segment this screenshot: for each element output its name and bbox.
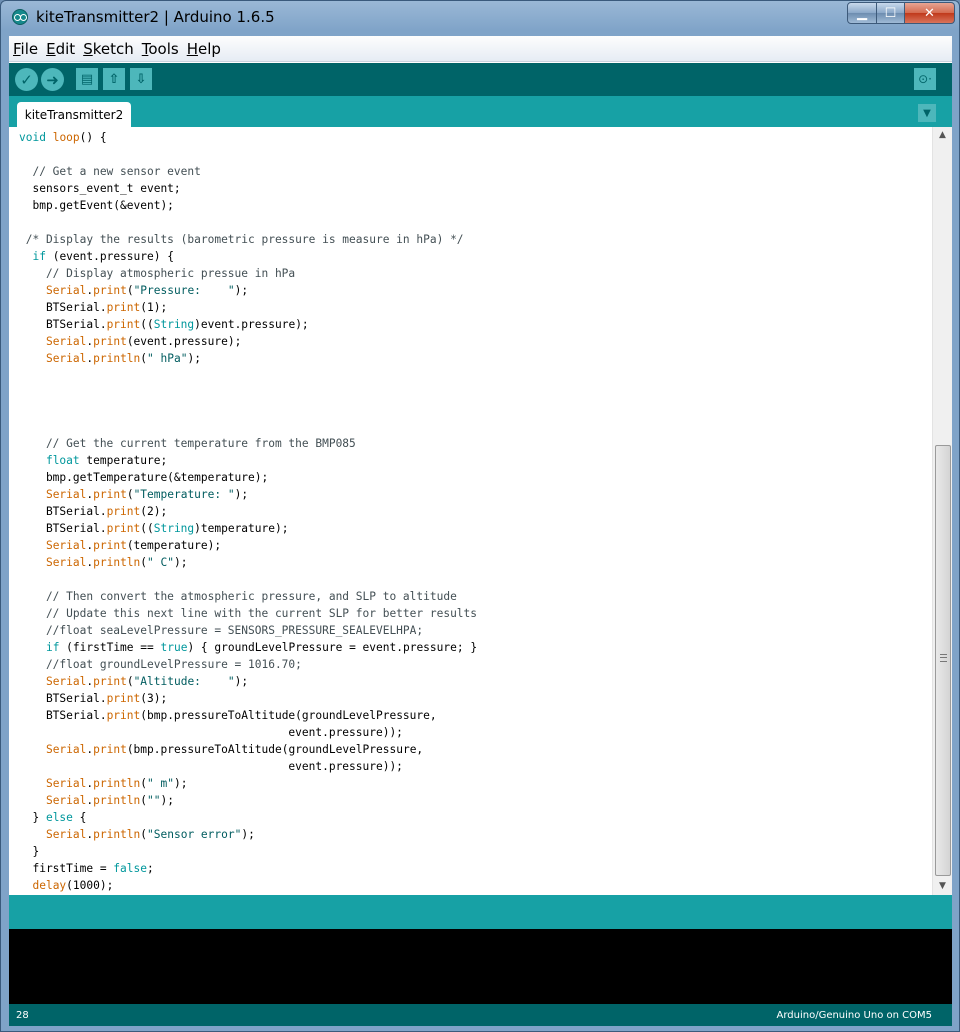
code-line: Serial.println("Sensor error"); (45, 828, 255, 841)
code-line: BTSerial.print(1); (19, 301, 168, 314)
code-line: Serial.print("Altitude: "); (45, 675, 249, 688)
menu-tools[interactable]: Tools (142, 40, 179, 58)
code-line: // Display atmospheric pressue in hPa (19, 267, 296, 280)
code-line: event.pressure)); (19, 726, 403, 739)
vertical-scrollbar[interactable]: ▲ ▼ (932, 127, 952, 895)
code-line: //float groundLevelPressure = 1016.70; (19, 658, 302, 671)
verify-button[interactable]: ✓ (15, 68, 38, 91)
serial-monitor-button[interactable]: ⊙· (914, 68, 936, 90)
menu-help[interactable]: Help (187, 40, 221, 58)
new-file-icon: ▤ (80, 71, 94, 87)
code-line: Serial.print(temperature); (45, 539, 222, 552)
arduino-logo-icon (12, 9, 28, 25)
maximize-button[interactable]: ☐ (877, 2, 905, 24)
maximize-icon: ☐ (884, 5, 897, 21)
window-title: kiteTransmitter2 | Arduino 1.6.5 (36, 8, 275, 26)
code-line: BTSerial.print((String)temperature); (19, 522, 289, 535)
code-line: bmp.getEvent(&event); (19, 199, 174, 212)
code-line: Serial.print("Pressure: "); (45, 284, 249, 297)
tab-bar: kiteTransmitter2 ▼ (9, 96, 952, 127)
window-controls: ▁ ☐ ✕ (847, 2, 955, 24)
code-line: float temperature; (45, 454, 168, 467)
scroll-down-arrow-icon[interactable]: ▼ (933, 878, 952, 895)
scroll-up-arrow-icon[interactable]: ▲ (933, 127, 952, 144)
title-bar[interactable]: kiteTransmitter2 | Arduino 1.6.5 ▁ ☐ ✕ (1, 1, 959, 35)
check-icon: ✓ (20, 70, 33, 89)
code-line: if (event.pressure) { (32, 250, 174, 263)
code-line: Serial.println(" C"); (45, 556, 188, 569)
close-button[interactable]: ✕ (905, 2, 955, 24)
tab-menu-button[interactable]: ▼ (918, 104, 936, 122)
code-line: BTSerial.print(bmp.pressureToAltitude(gr… (19, 709, 437, 722)
menu-edit[interactable]: Edit (46, 40, 75, 58)
code-line: void loop() { (19, 131, 107, 144)
code-line: firstTime = false; (19, 862, 154, 875)
code-line: Serial.print(bmp.pressureToAltitude(grou… (45, 743, 424, 756)
code-line: Serial.println(" m"); (45, 777, 188, 790)
arrow-right-icon: ➜ (46, 70, 59, 89)
code-line: Serial.println(" hPa"); (45, 352, 201, 365)
code-line: delay(1000); (32, 879, 114, 892)
code-line: sensors_event_t event; (19, 182, 181, 195)
open-icon: ⇧ (108, 71, 120, 87)
toolbar: ✓ ➜ ▤ ⇧ ⇩ ⊙· (9, 63, 952, 96)
code-line: BTSerial.print((String)event.pressure); (19, 318, 309, 331)
triangle-down-icon: ▼ (923, 107, 931, 119)
code-line: /* Display the results (barometric press… (19, 233, 464, 246)
code-line: Serial.print(event.pressure); (45, 335, 242, 348)
close-icon: ✕ (924, 5, 935, 21)
upload-button[interactable]: ➜ (41, 68, 64, 91)
grip-icon (940, 654, 947, 662)
code-line: // Get the current temperature from the … (19, 437, 356, 450)
scrollbar-thumb[interactable] (935, 445, 951, 876)
save-icon: ⇩ (135, 71, 147, 87)
minimize-button[interactable]: ▁ (847, 2, 877, 24)
menu-sketch[interactable]: Sketch (83, 40, 134, 58)
save-button[interactable]: ⇩ (130, 68, 152, 90)
client-area: File Edit Sketch Tools Help ✓ ➜ ▤ ⇧ ⇩ ⊙·… (9, 36, 952, 1026)
code-line: Serial.println(""); (45, 794, 174, 807)
minimize-icon: ▁ (857, 5, 867, 21)
message-area (9, 895, 952, 929)
console-output[interactable] (9, 929, 952, 1004)
status-bar: 28 Arduino/Genuino Uno on COM5 (9, 1004, 952, 1026)
code-line: } (19, 845, 40, 858)
code-line: } else { (19, 811, 87, 824)
code-line: BTSerial.print(2); (19, 505, 168, 518)
board-port-label: Arduino/Genuino Uno on COM5 (776, 1010, 933, 1021)
code-line: event.pressure)); (19, 760, 403, 773)
code-line: // Update this next line with the curren… (19, 607, 478, 620)
code-editor[interactable]: void loop() { // Get a new sensor event … (9, 127, 932, 895)
code-line: bmp.getTemperature(&temperature); (19, 471, 269, 484)
serial-monitor-icon: ⊙· (918, 72, 932, 86)
line-number: 28 (16, 1010, 29, 1021)
menu-file[interactable]: File (13, 40, 38, 58)
code-line: Serial.print("Temperature: "); (45, 488, 249, 501)
code-line: // Get a new sensor event (19, 165, 201, 178)
code-line: // Then convert the atmospheric pressure… (19, 590, 457, 603)
code-line: if (firstTime == true) { groundLevelPres… (45, 641, 478, 654)
menu-bar: File Edit Sketch Tools Help (9, 36, 952, 62)
new-button[interactable]: ▤ (76, 68, 98, 90)
tab-kitetransmitter2[interactable]: kiteTransmitter2 (17, 102, 131, 127)
app-window: kiteTransmitter2 | Arduino 1.6.5 ▁ ☐ ✕ F… (0, 0, 960, 1032)
code-line: //float seaLevelPressure = SENSORS_PRESS… (19, 624, 424, 637)
open-button[interactable]: ⇧ (103, 68, 125, 90)
code-line: BTSerial.print(3); (19, 692, 168, 705)
